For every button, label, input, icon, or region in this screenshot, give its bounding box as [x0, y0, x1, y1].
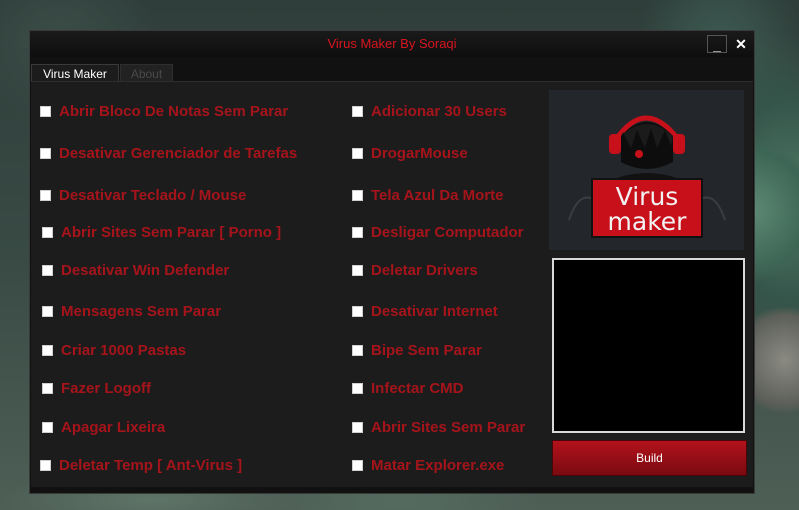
option-label: Fazer Logoff: [61, 379, 151, 397]
build-button[interactable]: Build: [552, 440, 747, 476]
option-abrir-sites-sem-parar[interactable]: Abrir Sites Sem Parar: [352, 418, 525, 436]
tab-virus-maker[interactable]: Virus Maker: [31, 64, 119, 82]
checkbox[interactable]: [352, 105, 363, 117]
window-title: Virus Maker By Soraqi: [327, 36, 457, 51]
option-desativar-gerenciador[interactable]: Desativar Gerenciador de Tarefas: [40, 144, 297, 162]
logo-badge: Virus maker: [591, 178, 703, 238]
option-label: Mensagens Sem Parar: [61, 302, 222, 320]
title-bar[interactable]: Virus Maker By Soraqi _ ✕: [30, 31, 754, 57]
option-label: Criar 1000 Pastas: [61, 341, 187, 359]
option-deletar-temp[interactable]: Deletar Temp [ Ant-Virus ]: [40, 456, 242, 474]
option-matar-explorer[interactable]: Matar Explorer.exe: [352, 456, 504, 474]
checkbox[interactable]: [352, 189, 363, 201]
option-criar-1000-pastas[interactable]: Criar 1000 Pastas: [42, 341, 186, 359]
checkbox[interactable]: [352, 344, 363, 356]
checkbox[interactable]: [352, 147, 363, 159]
option-label: Matar Explorer.exe: [371, 456, 505, 474]
checkbox[interactable]: [352, 459, 363, 471]
option-desativar-teclado-mouse[interactable]: Desativar Teclado / Mouse: [40, 186, 246, 204]
option-infectar-cmd[interactable]: Infectar CMD: [352, 379, 464, 397]
checkbox[interactable]: [42, 421, 53, 433]
minimize-button[interactable]: _: [707, 35, 727, 53]
option-label: Abrir Sites Sem Parar: [371, 418, 526, 436]
option-drogar-mouse[interactable]: DrogarMouse: [352, 144, 468, 162]
checkbox[interactable]: [40, 459, 51, 471]
close-button[interactable]: ✕: [731, 35, 751, 53]
option-adicionar-30-users[interactable]: Adicionar 30 Users: [352, 102, 507, 120]
checkbox[interactable]: [352, 226, 363, 238]
checkbox[interactable]: [40, 147, 51, 159]
checkbox[interactable]: [352, 421, 363, 433]
option-deletar-drivers[interactable]: Deletar Drivers: [352, 261, 478, 279]
option-label: Deletar Drivers: [371, 261, 478, 279]
checkbox[interactable]: [42, 226, 53, 238]
checkbox[interactable]: [40, 105, 51, 117]
checkbox[interactable]: [42, 264, 53, 276]
logo-image: Virus maker: [549, 90, 744, 250]
checkbox[interactable]: [352, 382, 363, 394]
option-label: Desligar Computador: [371, 223, 524, 241]
option-abrir-sites-porno[interactable]: Abrir Sites Sem Parar [ Porno ]: [42, 223, 281, 241]
checkbox[interactable]: [352, 305, 363, 317]
option-desativar-win-defender[interactable]: Desativar Win Defender: [42, 261, 229, 279]
logo-text-line1: Virus: [615, 182, 679, 211]
option-tela-azul[interactable]: Tela Azul Da Morte: [352, 186, 504, 204]
logo-text-line2: maker: [607, 207, 687, 236]
option-label: Bipe Sem Parar: [371, 341, 482, 359]
option-label: Desativar Internet: [371, 302, 498, 320]
checkbox[interactable]: [42, 382, 53, 394]
option-label: Infectar CMD: [371, 379, 464, 397]
option-label: Desativar Teclado / Mouse: [59, 186, 247, 204]
option-apagar-lixeira[interactable]: Apagar Lixeira: [42, 418, 165, 436]
option-label: DrogarMouse: [371, 144, 468, 162]
option-fazer-logoff[interactable]: Fazer Logoff: [42, 379, 151, 397]
preview-box: [552, 258, 745, 433]
option-label: Adicionar 30 Users: [371, 102, 507, 120]
option-label: Abrir Sites Sem Parar [ Porno ]: [61, 223, 282, 241]
option-label: Tela Azul Da Morte: [371, 186, 504, 204]
option-mensagens-sem-parar[interactable]: Mensagens Sem Parar: [42, 302, 221, 320]
option-label: Abrir Bloco De Notas Sem Parar: [59, 102, 289, 120]
option-bipe-sem-parar[interactable]: Bipe Sem Parar: [352, 341, 482, 359]
option-label: Apagar Lixeira: [61, 418, 166, 436]
checkbox[interactable]: [352, 264, 363, 276]
checkbox[interactable]: [42, 344, 53, 356]
tab-strip: Virus Maker About: [30, 64, 754, 82]
option-desligar-computador[interactable]: Desligar Computador: [352, 223, 524, 241]
option-label: Deletar Temp [ Ant-Virus ]: [59, 456, 243, 474]
option-abrir-bloco-de-notas[interactable]: Abrir Bloco De Notas Sem Parar: [40, 102, 288, 120]
checkbox[interactable]: [42, 305, 53, 317]
tab-about[interactable]: About: [120, 64, 173, 82]
option-label: Desativar Gerenciador de Tarefas: [59, 144, 298, 162]
option-desativar-internet[interactable]: Desativar Internet: [352, 302, 498, 320]
option-label: Desativar Win Defender: [61, 261, 230, 279]
checkbox[interactable]: [40, 189, 51, 201]
